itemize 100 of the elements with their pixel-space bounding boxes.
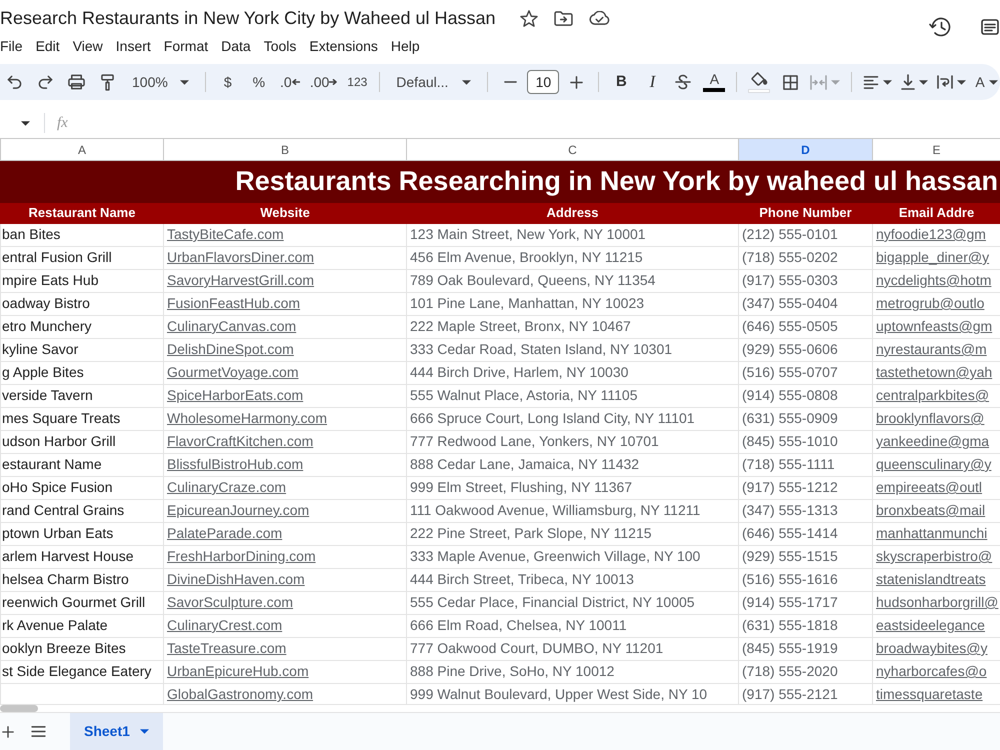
website-cell: SavorSculpture.com bbox=[164, 591, 406, 614]
address-cell: 777 Oakwood Court, DUMBO, NY 11201 bbox=[406, 637, 738, 660]
address-cell: 888 Pine Drive, SoHo, NY 10012 bbox=[406, 660, 738, 683]
address-cell: 111 Oakwood Avenue, Williamsburg, NY 11211 bbox=[406, 499, 738, 522]
website-cell: CulinaryCanvas.com bbox=[164, 315, 406, 338]
column-header[interactable]: B bbox=[164, 138, 406, 160]
table-header-cell: Email Addre bbox=[872, 202, 1000, 223]
column-header[interactable]: D bbox=[738, 138, 872, 160]
restaurant-name-cell: reenwich Gourmet Grill bbox=[0, 591, 164, 614]
column-header[interactable]: C bbox=[406, 138, 738, 160]
address-cell: 333 Maple Avenue, Greenwich Village, NY 100 bbox=[406, 545, 738, 568]
website-cell: BlissfulBistroHub.com bbox=[164, 453, 406, 476]
phone-cell: (917) 555-0303 bbox=[738, 269, 872, 292]
left-arrow-icon bbox=[292, 79, 300, 85]
decrease-decimal-button[interactable]: .0 bbox=[276, 68, 304, 96]
address-cell: 777 Redwood Lane, Yonkers, NY 10701 bbox=[406, 430, 738, 453]
sheet-tab[interactable]: Sheet1 bbox=[70, 713, 163, 750]
phone-cell: (914) 555-1717 bbox=[738, 591, 872, 614]
currency-format-button[interactable]: $ bbox=[214, 68, 242, 96]
caret-icon bbox=[919, 80, 928, 84]
website-cell: FlavorCraftKitchen.com bbox=[164, 430, 406, 453]
restaurant-name-cell: arlem Harvest House bbox=[0, 545, 164, 568]
phone-cell: (631) 555-0909 bbox=[738, 407, 872, 430]
website-cell: WholesomeHarmony.com bbox=[164, 407, 406, 430]
restaurant-name-cell: ban Bites bbox=[0, 223, 164, 246]
plus-icon bbox=[570, 76, 583, 88]
website-cell: PalateParade.com bbox=[164, 522, 406, 545]
merge-icon bbox=[810, 74, 828, 90]
menu-item[interactable]: Data bbox=[221, 36, 258, 56]
phone-cell: (718) 555-0202 bbox=[738, 246, 872, 269]
strikethrough-icon bbox=[675, 74, 692, 90]
caret-icon bbox=[988, 80, 998, 84]
website-cell: FusionFeastHub.com bbox=[164, 292, 406, 315]
caret-icon bbox=[883, 80, 892, 84]
phone-cell: (646) 555-0505 bbox=[738, 315, 872, 338]
paint-roller-icon bbox=[100, 74, 114, 90]
caret-icon bbox=[831, 80, 840, 84]
scrollbar-thumb[interactable] bbox=[0, 705, 38, 712]
paint-bucket-icon bbox=[750, 72, 768, 86]
font-size-field[interactable]: 10 bbox=[527, 70, 560, 94]
address-cell: 333 Cedar Road, Staten Island, NY 10301 bbox=[406, 338, 738, 361]
restaurant-name-cell: oHo Spice Fusion bbox=[0, 476, 164, 499]
cloud-icon[interactable] bbox=[588, 11, 610, 25]
restaurant-name-cell: st Side Elegance Eatery bbox=[0, 660, 164, 683]
borders-icon bbox=[782, 74, 798, 90]
phone-cell: (347) 555-1313 bbox=[738, 499, 872, 522]
undo-icon bbox=[6, 75, 22, 89]
column-header[interactable]: A bbox=[0, 138, 164, 160]
text-color-button[interactable]: A bbox=[700, 68, 728, 96]
phone-cell: (646) 555-1414 bbox=[738, 522, 872, 545]
zoom-dropdown[interactable]: 100% bbox=[124, 68, 197, 96]
star-icon[interactable] bbox=[520, 10, 538, 26]
restaurant-name-cell: entral Fusion Grill bbox=[0, 246, 164, 269]
phone-cell: (212) 555-0101 bbox=[738, 223, 872, 246]
font-dropdown[interactable]: Defaul... bbox=[388, 68, 480, 96]
menu-item[interactable]: Tools bbox=[264, 36, 304, 56]
percent-format-button[interactable]: % bbox=[244, 68, 273, 96]
website-cell: SpiceHarborEats.com bbox=[164, 384, 406, 407]
add-sheet-button[interactable] bbox=[2, 726, 14, 738]
text-rotation-dropdown[interactable]: A bbox=[972, 68, 1000, 96]
comment-icon[interactable] bbox=[981, 19, 999, 35]
menu-item[interactable]: Extensions bbox=[309, 36, 385, 56]
right-arrow-icon bbox=[329, 79, 338, 85]
website-cell: TasteTreasure.com bbox=[164, 637, 406, 660]
address-cell: 444 Birch Drive, Harlem, NY 10030 bbox=[406, 361, 738, 384]
menu-item[interactable]: Insert bbox=[116, 36, 158, 56]
italic-button[interactable]: I bbox=[638, 68, 666, 96]
phone-cell: (718) 555-2020 bbox=[738, 660, 872, 683]
history-icon[interactable] bbox=[929, 17, 951, 37]
number-format-button[interactable]: 123 bbox=[343, 68, 372, 96]
phone-cell: (929) 555-1515 bbox=[738, 545, 872, 568]
bold-button[interactable]: B bbox=[607, 68, 636, 96]
color-swatch-icon bbox=[703, 88, 726, 92]
menu-item[interactable]: File bbox=[0, 36, 30, 56]
address-cell: 666 Spruce Court, Long Island City, NY 11101 bbox=[406, 407, 738, 430]
address-cell: 123 Main Street, New York, NY 10001 bbox=[406, 223, 738, 246]
restaurant-name-cell: g Apple Bites bbox=[0, 361, 164, 384]
address-cell: 789 Oak Boulevard, Queens, NY 11354 bbox=[406, 269, 738, 292]
print-icon bbox=[68, 74, 84, 90]
address-cell: 222 Pine Street, Park Slope, NY 11215 bbox=[406, 522, 738, 545]
document-title[interactable]: Research Restaurants in New York City by Waheed ul Hassan bbox=[0, 7, 496, 29]
folder-icon[interactable] bbox=[554, 10, 573, 26]
all-sheets-button[interactable] bbox=[31, 726, 46, 737]
menu-item[interactable]: Edit bbox=[36, 36, 67, 56]
address-cell: 456 Elm Avenue, Brooklyn, NY 11215 bbox=[406, 246, 738, 269]
restaurant-name-cell: helsea Charm Bistro bbox=[0, 568, 164, 591]
address-cell: 888 Cedar Lane, Jamaica, NY 11432 bbox=[406, 453, 738, 476]
caret-icon bbox=[180, 80, 189, 84]
phone-cell: (845) 555-1010 bbox=[738, 430, 872, 453]
website-cell: CulinaryCraze.com bbox=[164, 476, 406, 499]
table-header-cell: Website bbox=[164, 202, 406, 223]
menu-item[interactable]: Help bbox=[390, 36, 427, 56]
sheet-title: Restaurants Researching in New York by waheed ul hassan bbox=[0, 160, 1000, 202]
column-header[interactable]: E bbox=[872, 138, 1000, 160]
list-icon bbox=[31, 726, 46, 737]
increase-decimal-button[interactable]: .00 bbox=[306, 68, 340, 96]
menu-item[interactable]: Format bbox=[164, 36, 216, 56]
phone-cell: (845) 555-1919 bbox=[738, 637, 872, 660]
align-left-icon bbox=[863, 76, 880, 88]
menu-item[interactable]: View bbox=[72, 36, 110, 56]
